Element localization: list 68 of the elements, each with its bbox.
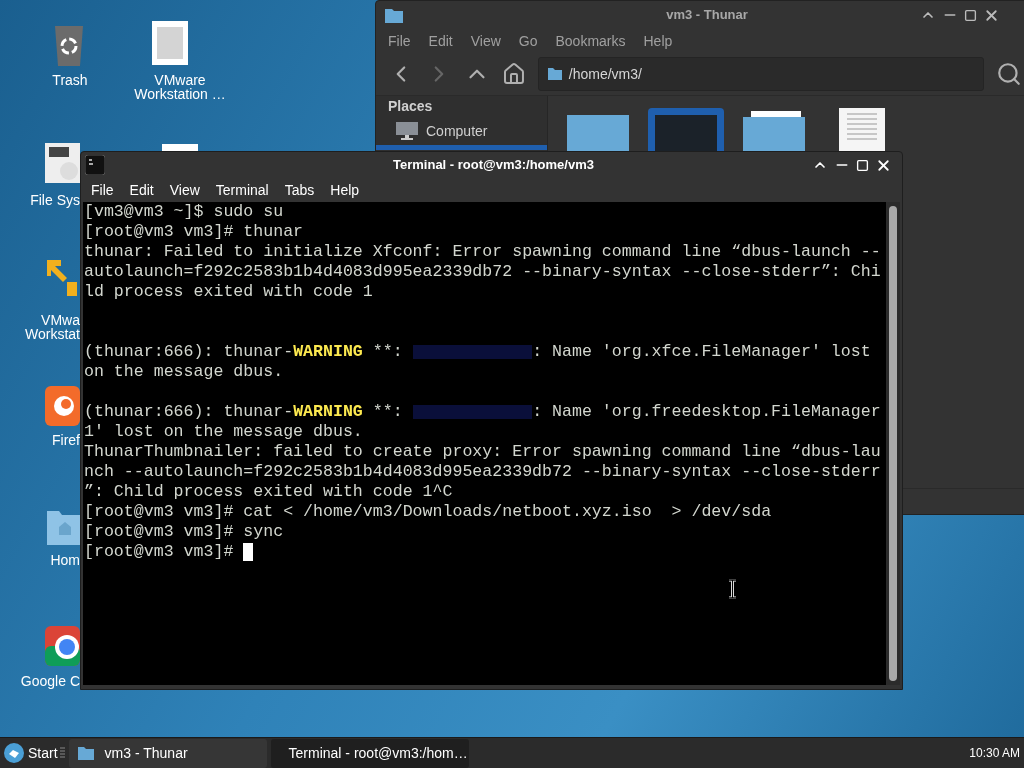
icon-label[interactable]: VMwa (25, 313, 80, 327)
task-button[interactable]: Terminal - root@vm3:/hom… (270, 738, 469, 768)
terminal-text: thunar: Failed to initialize Xfconf: Error spawning command line “dbus-launch -- (84, 242, 881, 262)
terminal-text: : Name 'org.xfce.FileManager' lost (532, 342, 871, 362)
sidebar-item[interactable]: Computer (376, 120, 547, 142)
terminal-text: ld process exited with code 1 (84, 282, 373, 302)
terminal-icon (85, 155, 105, 175)
menu-item[interactable]: File (91, 179, 114, 201)
folder-icon[interactable] (743, 111, 805, 151)
document-icon[interactable] (160, 143, 200, 151)
terminal-text: nch --autolaunch=f292c2583b1b4d4083d995ea2339db72 --binary-syntax --close-stderr (84, 462, 881, 482)
menu-item[interactable]: View (470, 30, 501, 52)
text-cursor (243, 543, 254, 561)
chrome-icon[interactable] (45, 626, 80, 666)
icon-label[interactable]: Workstation … (110, 87, 250, 101)
menu-item[interactable]: Help (330, 179, 360, 201)
menu-item[interactable]: Help (643, 30, 673, 52)
terminal-text: [root@vm3 vm3]# (84, 542, 235, 562)
terminal-text: ”: Child process exited with code 1^C (84, 482, 453, 502)
menu-item[interactable]: Tabs (284, 179, 315, 201)
start-icon (4, 743, 24, 763)
terminal-text: [vm3@vm3 ~]$ sudo su (84, 202, 284, 222)
icon-label[interactable]: Workstat (25, 327, 80, 341)
terminal-text: 1' lost on the message dbus. (84, 422, 363, 442)
terminal-text: (thunar:666): thunar- (84, 342, 294, 362)
terminal-text: autolaunch=f292c2583b1b4d4083d995ea2339db72 --binary-syntax --close-stderr”: Chi (84, 262, 881, 282)
window-title: vm3 - Thunar (665, 6, 749, 25)
terminal-text: on the message dbus. (84, 362, 284, 382)
terminal-text: WARNING (293, 402, 363, 422)
terminal-text: [root@vm3 vm3]# sync (84, 522, 284, 542)
text-cursor-icon (728, 579, 737, 599)
firefox-icon[interactable] (45, 386, 80, 426)
menu-item[interactable]: Edit (428, 30, 453, 52)
path-field[interactable]: /home/vm3/ (537, 57, 985, 91)
terminal-text: [root@vm3 vm3]# cat < /home/vm3/Downloads/netboot.xyz.iso > /dev/sda (84, 502, 772, 522)
menu-item[interactable]: Go (518, 30, 538, 52)
folder-icon (384, 6, 404, 24)
terminal-text: : Name 'org.freedesktop.FileManager (532, 402, 881, 422)
menu-item[interactable]: View (169, 179, 200, 201)
handle-icon[interactable] (59, 747, 65, 759)
menu-item[interactable]: File (388, 30, 411, 52)
icon-label[interactable]: File Sys (30, 193, 80, 207)
menu-item[interactable]: Edit (129, 179, 154, 201)
terminal-text: ThunarThumbnailer: failed to create proxy: Error spawning command line “dbus-lau (84, 442, 881, 462)
icon-label[interactable]: Google C (20, 674, 80, 688)
arrows-icon[interactable] (45, 258, 80, 298)
maximize-icon[interactable] (964, 8, 977, 22)
menu-item[interactable]: Bookmarks (555, 30, 626, 52)
monitor-icon (396, 122, 418, 140)
sidebar-heading: Places (387, 97, 434, 116)
home-icon[interactable] (501, 62, 526, 86)
folder-icon (546, 67, 563, 81)
icon-label[interactable]: Firef (52, 433, 80, 447)
terminal-text: **: (371, 402, 404, 422)
clock[interactable]: 10:30 AM (969, 744, 1020, 762)
document-icon[interactable] (150, 20, 190, 66)
terminal-text: **: (371, 342, 404, 362)
task-button[interactable]: vm3 - Thunar (68, 738, 267, 768)
terminal-text: [root@vm3 vm3]# thunar (84, 222, 304, 242)
icon-label[interactable]: Hom (50, 553, 80, 567)
folder-icon (76, 745, 95, 761)
search-icon[interactable] (996, 61, 1022, 87)
window-title: Terminal - root@vm3:/home/vm3 (392, 156, 595, 175)
scrollbar-thumb[interactable] (889, 206, 897, 681)
menu-item[interactable]: Terminal (215, 179, 269, 201)
start-button[interactable]: Start (0, 738, 60, 768)
terminal-text: WARNING (293, 342, 363, 362)
terminal-text: (thunar:666): thunar- (84, 402, 294, 422)
